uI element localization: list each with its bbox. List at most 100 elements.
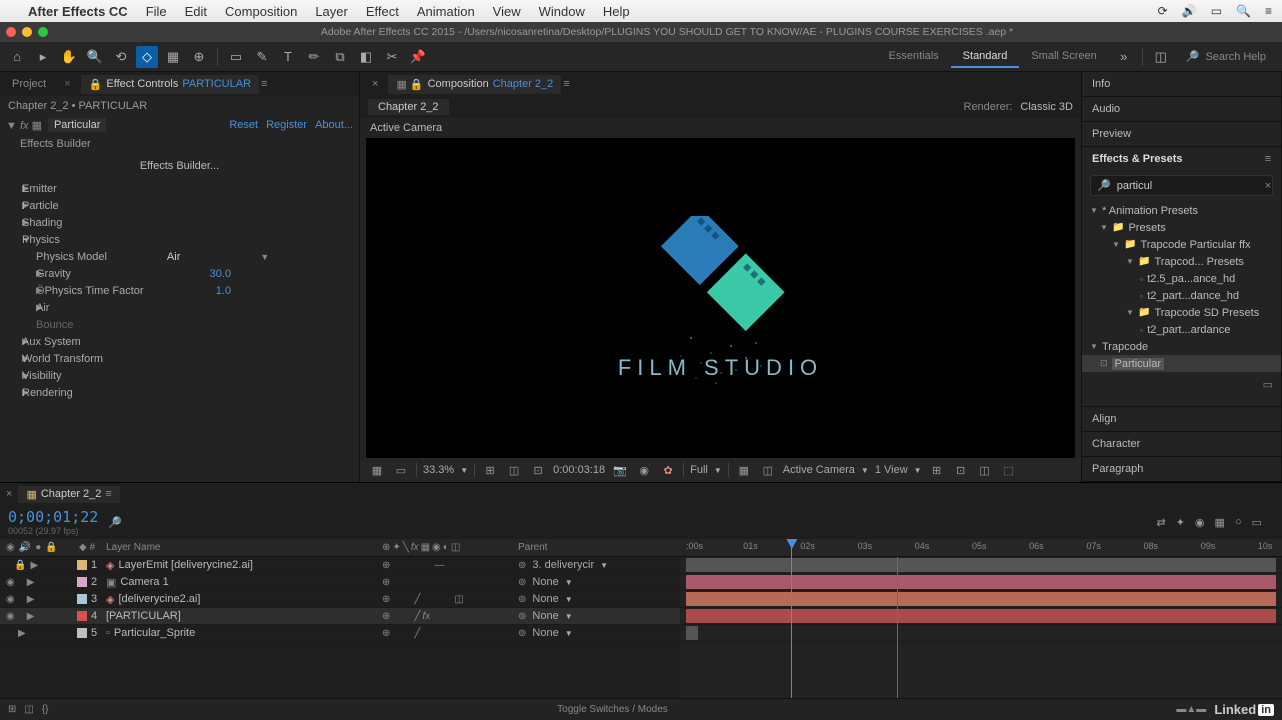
workspace-menu[interactable]: » xyxy=(1113,46,1135,68)
battery-icon[interactable]: ▭ xyxy=(1211,4,1222,18)
tl-snap-icon[interactable]: ▭ xyxy=(1252,516,1262,529)
menu-animation[interactable]: Animation xyxy=(417,4,475,19)
workspace-standard[interactable]: Standard xyxy=(951,46,1020,68)
fx-group-emitter[interactable]: ▶Emitter xyxy=(0,180,359,197)
fx-group-particle[interactable]: ▶Particle xyxy=(0,197,359,214)
vc-resolution[interactable]: Full xyxy=(690,464,708,476)
eye-icon[interactable]: ◉ xyxy=(6,611,15,622)
ep-particular[interactable]: ⊡Particular xyxy=(1082,355,1281,372)
vc-trans-icon[interactable]: ▦ xyxy=(735,461,753,479)
vc-timecode[interactable]: 0:00:03:18 xyxy=(553,464,605,476)
clear-search-icon[interactable]: × xyxy=(1265,180,1271,192)
vc-opt1-icon[interactable]: ⊞ xyxy=(928,461,946,479)
vc-res-icon[interactable]: ⊞ xyxy=(481,461,499,479)
layer-row-2[interactable]: ◉▶ 2 ▣Camera 1 ⊕ ⊚None▼ xyxy=(0,574,680,591)
renderer-value[interactable]: Classic 3D xyxy=(1020,101,1073,113)
tl-tab-close[interactable]: × xyxy=(6,488,12,500)
layer-row-3[interactable]: ◉▶ 3 ◈[deliverycine2.ai] ⊕╱◫ ⊚None▼ xyxy=(0,591,680,608)
home-tool[interactable]: ⌂ xyxy=(6,46,28,68)
fx-group-shading[interactable]: ▶Shading xyxy=(0,214,359,231)
fx-bounce[interactable]: Bounce xyxy=(0,316,359,333)
fx-reset-link[interactable]: Reset xyxy=(229,119,258,131)
status-icon[interactable]: ⟳ xyxy=(1158,4,1168,18)
fx-group-visibility[interactable]: ▶Visibility xyxy=(0,367,359,384)
vc-cam-dropdown[interactable]: ▼ xyxy=(861,466,869,475)
vc-camera[interactable]: Active Camera xyxy=(783,464,855,476)
brush-tool[interactable]: ✏ xyxy=(303,46,325,68)
vc-color-icon[interactable]: ✿ xyxy=(659,461,677,479)
tl-shy-icon[interactable]: ⇄ xyxy=(1156,516,1165,529)
time-ruler[interactable]: :00s 01s 02s 03s 04s 05s 06s 07s 08s 09s… xyxy=(680,539,1282,557)
fx-group-world[interactable]: ▶World Transform xyxy=(0,350,359,367)
vc-zoom-dropdown[interactable]: ▼ xyxy=(460,466,468,475)
tl-footer-icon3[interactable]: {} xyxy=(42,704,49,715)
fx-group-rendering[interactable]: ▶Rendering xyxy=(0,384,359,401)
workspace-small-screen[interactable]: Small Screen xyxy=(1019,46,1108,68)
tl-zoom-slider[interactable]: ▬▲▬ xyxy=(1176,704,1206,715)
fx-gravity[interactable]: ▶Gravity30.0 xyxy=(0,265,359,282)
panel-paragraph[interactable]: Paragraph xyxy=(1082,457,1281,481)
tab-project[interactable]: Project xyxy=(4,75,54,93)
panel-info[interactable]: Info xyxy=(1082,72,1281,96)
search-help[interactable]: 🔎 Search Help xyxy=(1186,50,1266,63)
vc-alpha-icon[interactable]: ▦ xyxy=(368,461,386,479)
vc-opt3-icon[interactable]: ◫ xyxy=(976,461,994,479)
roto-tool[interactable]: ✂ xyxy=(381,46,403,68)
ep-t2a[interactable]: ▫t2_part...dance_hd xyxy=(1082,287,1281,304)
panel-effects-presets[interactable]: Effects & Presets≡ xyxy=(1082,147,1281,171)
col-layer-name[interactable]: Layer Name xyxy=(102,542,382,553)
vc-channel-icon[interactable]: ◉ xyxy=(635,461,653,479)
current-timecode[interactable]: 0;00;01;22 xyxy=(8,508,98,526)
search-icon[interactable]: 🔍 xyxy=(1236,4,1251,18)
volume-icon[interactable]: 🔊 xyxy=(1182,4,1197,18)
eraser-tool[interactable]: ◧ xyxy=(355,46,377,68)
eye-icon[interactable]: ◉ xyxy=(6,577,15,588)
vc-3d-icon[interactable]: ◫ xyxy=(759,461,777,479)
vc-view-dropdown[interactable]: ▼ xyxy=(914,466,922,475)
menu-window[interactable]: Window xyxy=(539,4,585,19)
layer-bar-1[interactable] xyxy=(686,558,1276,572)
layer-bar-2[interactable] xyxy=(686,575,1276,589)
layer-row-1[interactable]: 🔒▶ 1 ◈LayerEmit [deliverycine2.ai] ⊕— ⊚3… xyxy=(0,557,680,574)
tl-search-icon[interactable]: 🔎 xyxy=(108,516,122,529)
close-window-button[interactable] xyxy=(6,27,16,37)
fx-name[interactable]: Particular xyxy=(48,118,106,132)
panel-character[interactable]: Character xyxy=(1082,432,1281,456)
tl-graph-icon[interactable]: ▦ xyxy=(1215,516,1225,529)
menu-edit[interactable]: Edit xyxy=(185,4,207,19)
minimize-window-button[interactable] xyxy=(22,27,32,37)
tab-project-close[interactable]: × xyxy=(56,75,78,93)
lock-icon[interactable]: 🔒 xyxy=(14,560,26,571)
tl-draft-icon[interactable]: ○ xyxy=(1235,516,1242,529)
vc-res-dropdown[interactable]: ▼ xyxy=(714,466,722,475)
timeline-tab[interactable]: ▦ Chapter 2_2 ≡ xyxy=(18,486,119,503)
ep-presets[interactable]: ▼📁Presets xyxy=(1082,219,1281,236)
layer-bar-4[interactable] xyxy=(686,609,1276,623)
layer-bar-5[interactable] xyxy=(686,626,698,640)
puppet-tool[interactable]: 📌 xyxy=(407,46,429,68)
cc-libraries-icon[interactable]: ◫ xyxy=(1150,46,1172,68)
ep-new-bin-icon[interactable]: ▭ xyxy=(1263,379,1273,391)
fx-builder-button[interactable]: Effects Builder... xyxy=(0,154,359,178)
layer-row-5[interactable]: ▶ 5 ▫Particular_Sprite ⊕╱ ⊚None▼ xyxy=(0,625,680,642)
maximize-window-button[interactable] xyxy=(38,27,48,37)
zoom-tool[interactable]: 🔍 xyxy=(84,46,106,68)
panel-menu-icon[interactable]: ≡ xyxy=(261,78,267,90)
fx-group-aux[interactable]: ▶Aux System xyxy=(0,333,359,350)
tl-footer-icon1[interactable]: ⊞ xyxy=(8,704,16,715)
menu-help[interactable]: Help xyxy=(603,4,630,19)
toggle-switches-button[interactable]: Toggle Switches / Modes xyxy=(57,704,1169,715)
timeline-tracks[interactable]: :00s 01s 02s 03s 04s 05s 06s 07s 08s 09s… xyxy=(680,539,1282,698)
comp-tab-close[interactable]: × xyxy=(364,75,386,93)
layer-row-4[interactable]: ◉▶ 4 [PARTICULAR] ⊕╱fx ⊚None▼ xyxy=(0,608,680,625)
fx-air[interactable]: ▶Air xyxy=(0,299,359,316)
menu-composition[interactable]: Composition xyxy=(225,4,297,19)
fx-physics-time-factor[interactable]: ▶Ö Physics Time Factor1.0 xyxy=(0,282,359,299)
ep-t2b[interactable]: ▫t2_part...ardance xyxy=(1082,321,1281,338)
pen-tool[interactable]: ✎ xyxy=(251,46,273,68)
clone-tool[interactable]: ⧉ xyxy=(329,46,351,68)
menu-view[interactable]: View xyxy=(493,4,521,19)
ep-t25[interactable]: ▫t2.5_pa...ance_hd xyxy=(1082,270,1281,287)
eye-icon[interactable]: ◉ xyxy=(6,594,15,605)
fx-about-link[interactable]: About... xyxy=(315,119,353,131)
